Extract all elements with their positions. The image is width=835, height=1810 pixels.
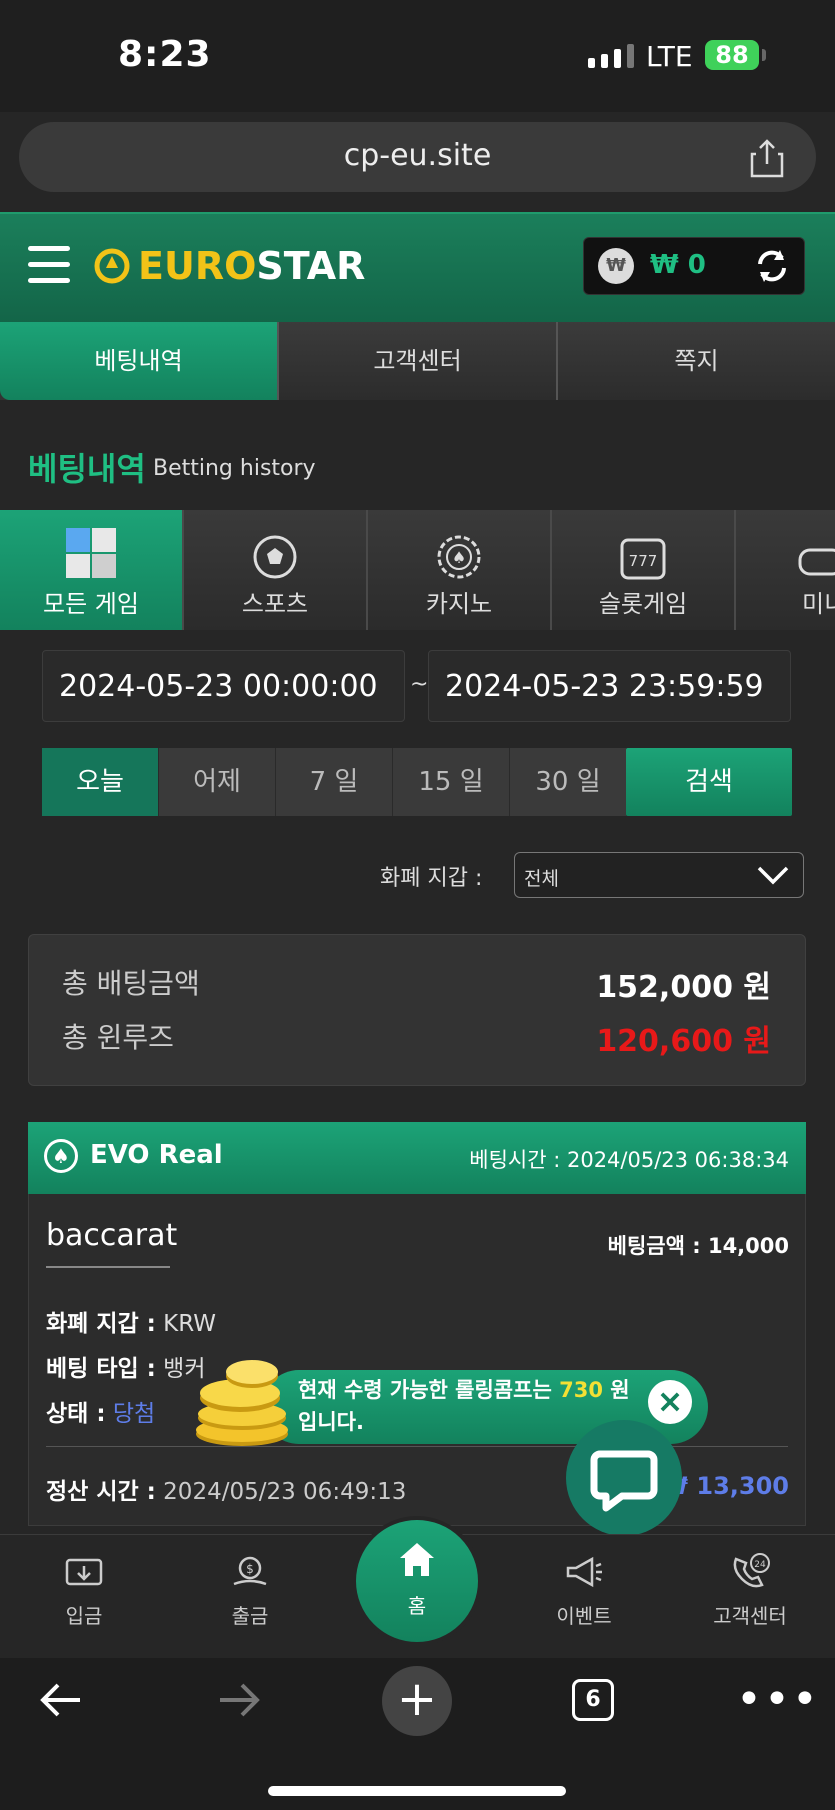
bet-type-row: 베팅 타입 : 뱅커 — [46, 1356, 206, 1382]
bet-amount: 베팅금액 : 14,000 — [607, 1234, 789, 1258]
bet-provider: EVO Real — [90, 1140, 223, 1170]
forward-arrow-icon[interactable] — [216, 1680, 262, 1724]
range-7days-button[interactable]: 7 일 — [276, 748, 393, 816]
bet-status-row: 상태 : 당첨 — [46, 1401, 156, 1427]
toast-close-icon[interactable]: × — [648, 1380, 692, 1424]
signal-icon — [588, 44, 634, 68]
site-logo[interactable]: EURO STAR — [92, 244, 365, 288]
category-mini[interactable]: 미니 — [736, 510, 835, 630]
chat-bubble-icon — [590, 1450, 658, 1512]
network-label: LTE — [646, 40, 693, 73]
game-underline — [46, 1266, 170, 1268]
url-text: cp-eu.site — [343, 138, 492, 173]
page-title: 베팅내역 — [28, 450, 146, 488]
nav-withdraw[interactable]: $ 출금 — [190, 1550, 310, 1629]
tabs-button[interactable]: 6 — [572, 1679, 614, 1721]
bet-wallet-row: 화폐 지갑 : KRW — [46, 1311, 217, 1337]
nav-events[interactable]: 이벤트 — [524, 1550, 644, 1629]
quick-range-group: 오늘 어제 7 일 15 일 30 일 — [42, 748, 627, 816]
svg-text:777: 777 — [629, 552, 658, 570]
nav-home-button[interactable] — [352, 1516, 482, 1646]
status-time: 8:23 — [118, 34, 212, 75]
search-button[interactable]: 검색 — [626, 748, 792, 816]
logo-mark-icon — [94, 248, 130, 284]
svg-text:♠: ♠ — [452, 548, 466, 567]
share-icon[interactable] — [750, 138, 784, 182]
svg-text:24: 24 — [754, 1560, 766, 1570]
summary-panel — [28, 934, 806, 1086]
refresh-icon[interactable] — [752, 246, 792, 290]
spade-icon: ♠ — [44, 1139, 78, 1173]
game-category-bar: 모든 게임 스포츠 ♠ 카지노 777 슬롯게임 미니 — [0, 510, 835, 630]
home-indicator — [268, 1786, 566, 1796]
category-slots[interactable]: 777 슬롯게임 — [552, 510, 736, 630]
date-to-input[interactable]: 2024-05-23 23:59:59 — [428, 650, 791, 722]
casino-chip-icon: ♠ — [437, 535, 481, 579]
slot-machine-icon: 777 — [620, 538, 666, 580]
page-subtitle: Betting history — [153, 456, 316, 481]
wallet-filter-label: 화폐 지갑 : — [380, 866, 483, 891]
nav-home-label: 홈 — [407, 1594, 427, 1618]
live-chat-button[interactable] — [566, 1420, 682, 1536]
total-bet-value: 152,000 원 — [596, 970, 771, 1005]
back-arrow-icon[interactable] — [38, 1680, 84, 1724]
category-casino[interactable]: ♠ 카지노 — [368, 510, 552, 630]
tab-betting-history[interactable]: 베팅내역 — [0, 322, 279, 400]
svg-text:$: $ — [246, 1562, 254, 1576]
won-coin-icon: ₩ — [598, 248, 634, 284]
more-icon[interactable]: ••• — [736, 1678, 820, 1722]
category-all[interactable]: 모든 게임 — [0, 510, 184, 630]
total-winloss-label: 총 윈루즈 — [62, 1021, 174, 1054]
wallet-filter-value: 전체 — [524, 868, 559, 890]
bet-game-name: baccarat — [46, 1218, 178, 1253]
gamepad-icon — [798, 548, 835, 576]
total-winloss-value: 120,600 원 — [596, 1024, 771, 1059]
tab-customer-center[interactable]: 고객센터 — [279, 322, 558, 400]
tab-messages[interactable]: 쪽지 — [558, 322, 835, 400]
nav-deposit[interactable]: 입금 — [24, 1550, 144, 1629]
chevron-down-icon — [756, 864, 790, 890]
range-yesterday-button[interactable]: 어제 — [159, 748, 276, 816]
date-separator: ~ — [410, 672, 429, 697]
new-tab-button[interactable]: + — [382, 1666, 452, 1736]
total-bet-label: 총 배팅금액 — [62, 967, 200, 1000]
soccer-ball-icon — [253, 535, 297, 579]
bet-time: 베팅시간 : 2024/05/23 06:38:34 — [469, 1148, 789, 1172]
withdraw-icon: $ — [233, 1556, 267, 1586]
gold-coins-icon — [192, 1358, 296, 1454]
settle-time-row: 정산 시간 : 2024/05/23 06:49:13 — [46, 1479, 407, 1505]
range-30days-button[interactable]: 30 일 — [510, 748, 627, 816]
all-games-icon — [66, 528, 116, 578]
deposit-icon — [65, 1558, 103, 1586]
range-today-button[interactable]: 오늘 — [42, 748, 159, 816]
home-icon — [400, 1543, 434, 1576]
date-from-input[interactable]: 2024-05-23 00:00:00 — [42, 650, 405, 722]
nav-support[interactable]: 24 고객센터 — [690, 1550, 810, 1629]
category-sports[interactable]: 스포츠 — [184, 510, 368, 630]
megaphone-icon — [566, 1556, 602, 1588]
support-24-icon: 24 — [733, 1553, 770, 1588]
battery-icon: 88 — [705, 40, 766, 70]
wallet-balance: ₩ 0 — [650, 250, 706, 280]
menu-icon[interactable] — [28, 246, 70, 294]
main-tabs: 베팅내역 고객센터 쪽지 — [0, 322, 835, 400]
range-15days-button[interactable]: 15 일 — [393, 748, 510, 816]
